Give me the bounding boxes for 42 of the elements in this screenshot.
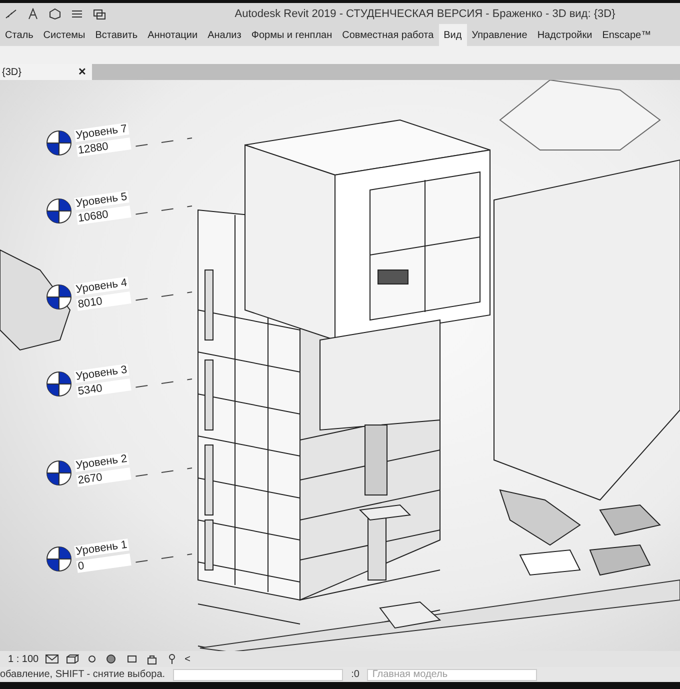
ribbon-tab[interactable]: Enscape™ [597,24,656,46]
level-name: Уровень 4 [74,276,129,296]
window-title: Autodesk Revit 2019 - СТУДЕНЧЕСКАЯ ВЕРСИЯ - Браженко - 3D вид: {3D} [234,8,616,20]
filter-count: :0 [351,669,360,680]
ribbon-tab[interactable]: Аннотации [142,24,203,46]
level-head-icon [44,282,74,312]
list-icon[interactable] [70,8,84,20]
level-head-icon [44,369,74,399]
level-head-icon [44,458,74,488]
ribbon-tab[interactable]: Вид [438,24,467,46]
envelope-icon[interactable] [44,653,59,665]
level-head-icon [44,544,74,574]
ribbon-tab[interactable]: Формы и генплан [246,24,338,46]
text-icon[interactable] [26,8,40,20]
ribbon-tab[interactable]: Совместная работа [337,24,439,46]
box-icon[interactable] [64,653,79,665]
level-name: Уровень 2 [74,452,129,472]
windows-icon[interactable] [92,8,106,20]
rock-drawing [589,544,651,576]
level-head-icon [44,128,74,158]
ribbon-tab[interactable]: Вставить [90,24,143,46]
table-drawing [519,549,581,576]
measure-icon[interactable] [4,8,18,20]
level-name: Уровень 5 [74,190,129,210]
ribbon-tab[interactable]: Управление [466,24,532,46]
rock-drawing [599,504,661,536]
view-tab-label: {3D} [2,66,22,78]
ribbon-tab[interactable]: Надстройки [532,24,598,46]
level-name: Уровень 1 [74,538,129,558]
level-name: Уровень 7 [74,122,129,142]
ribbon-tab[interactable]: Анализ [202,24,246,46]
level-name: Уровень 3 [74,363,129,383]
level-head-icon [44,196,74,226]
ribbon-tab[interactable]: Системы [38,24,90,46]
3d-viewport[interactable]: Уровень 7 12880 Уровень 5 10680 Уровень 4 8010 Уровень 3 5340 Уровень 2 2670 Уровень 1 0 [0,80,680,651]
view-scale[interactable]: 1 : 100 [8,654,39,664]
close-button[interactable]: ✕ [78,66,86,78]
view-tab[interactable]: {3D} ✕ [0,64,92,80]
workset-field[interactable] [173,668,344,680]
ribbon-tab[interactable]: Сталь [0,24,38,46]
expand-arrow[interactable]: < [184,654,190,664]
status-message: обавление, SHIFT - снятие выбора. [0,669,166,680]
